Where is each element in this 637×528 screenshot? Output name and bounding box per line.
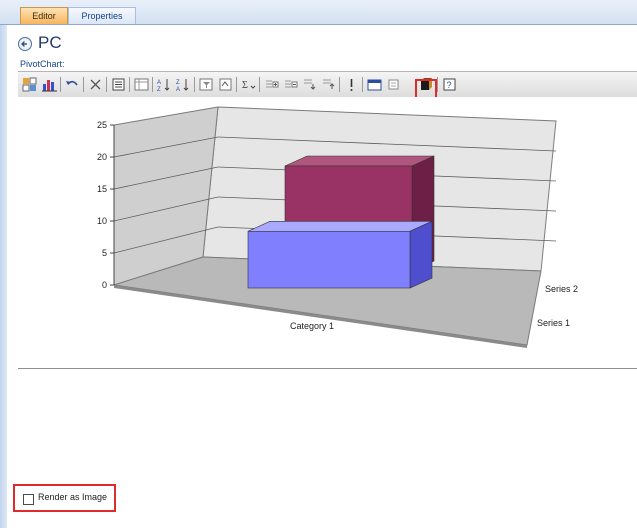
undo-icon[interactable] <box>64 76 81 93</box>
chart-canvas: 0 5 10 15 20 25 Category 1 Series 2 Series 1 <box>97 106 578 348</box>
filter-icon[interactable] <box>198 76 215 93</box>
left-panel-edge <box>0 25 7 528</box>
pivot-chart: 0 5 10 15 20 25 Category 1 Series 2 Series 1 <box>18 97 637 369</box>
autocalc-icon[interactable]: Σ <box>240 76 257 93</box>
tab-properties[interactable]: Properties <box>68 7 136 24</box>
chart-type-icon[interactable] <box>41 76 58 93</box>
pivotchart-toolbar: AZ ZA Σ ? <box>18 71 637 99</box>
y-tick-label: 15 <box>97 184 107 194</box>
y-tick-label: 0 <box>102 280 107 290</box>
series-axis-label-series-1: Series 1 <box>537 318 570 328</box>
expand-icon[interactable] <box>263 76 280 93</box>
y-tick-label: 25 <box>97 120 107 130</box>
svg-text:Z: Z <box>157 87 161 93</box>
sort-ascending-icon[interactable]: AZ <box>156 76 173 93</box>
legend-icon[interactable] <box>385 76 402 93</box>
help-icon[interactable]: ? <box>441 76 458 93</box>
back-arrow-icon[interactable] <box>18 37 32 51</box>
y-tick-label: 5 <box>102 248 107 258</box>
drill-icon[interactable] <box>301 76 318 93</box>
tab-strip: Editor Properties <box>0 0 637 25</box>
y-axis: 0 5 10 15 20 25 <box>97 120 115 290</box>
svg-text:Σ: Σ <box>242 80 248 91</box>
y-tick-label: 10 <box>97 216 107 226</box>
category-label: Category 1 <box>290 321 334 331</box>
y-tick-label: 20 <box>97 152 107 162</box>
pivotchart-label: PivotChart: <box>20 59 65 69</box>
field-list-icon[interactable] <box>21 76 38 93</box>
commands-options-icon[interactable] <box>110 76 127 93</box>
svg-text:Z: Z <box>176 80 180 86</box>
info-icon[interactable] <box>343 76 360 93</box>
svg-text:A: A <box>157 80 161 86</box>
delete-icon[interactable] <box>87 76 104 93</box>
export-icon[interactable] <box>366 76 383 93</box>
svg-text:?: ? <box>447 80 452 90</box>
drop-zones-icon[interactable] <box>133 76 150 93</box>
render-as-image-label[interactable]: Render as Image <box>38 492 107 502</box>
tab-editor[interactable]: Editor <box>20 7 68 24</box>
svg-text:A: A <box>176 87 180 93</box>
series-axis-label-series-2: Series 2 <box>545 284 578 294</box>
collapse-icon[interactable] <box>282 76 299 93</box>
drill-out-icon[interactable] <box>320 76 337 93</box>
page-title: PC <box>38 33 62 52</box>
bar-series-1 <box>247 220 433 289</box>
sort-descending-icon[interactable]: ZA <box>175 76 192 93</box>
show-top-icon[interactable] <box>217 76 234 93</box>
render-as-image-checkbox[interactable] <box>23 494 34 505</box>
render-as-image-highlight: Render as Image <box>13 484 116 512</box>
